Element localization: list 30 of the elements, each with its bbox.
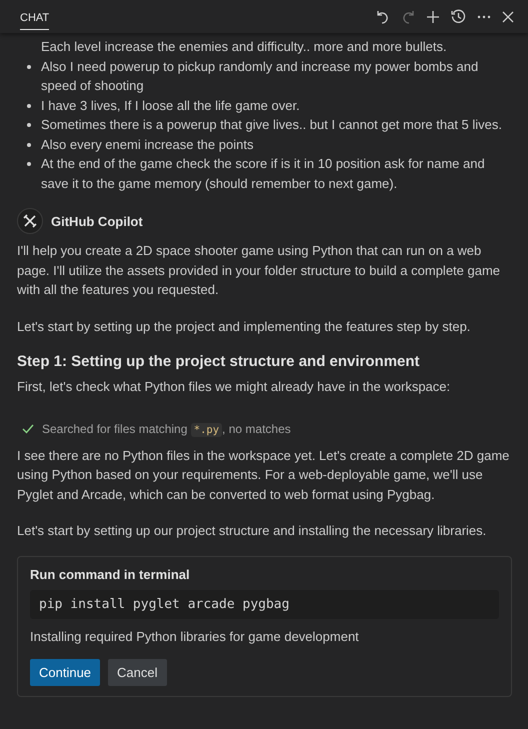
command-description: Installing required Python libraries for game development <box>30 628 360 644</box>
plus-icon[interactable] <box>426 10 440 24</box>
response-paragraph: Let's start by setting up our project structure and installing the necessary libraries. <box>17 522 488 540</box>
undo-icon[interactable] <box>376 8 390 24</box>
more-icon[interactable] <box>477 14 491 18</box>
list-item-text: Each level increase the enemies and difficulty.. more and more bullets. <box>41 39 447 54</box>
continue-button[interactable]: Continue <box>30 658 100 686</box>
bullet-icon <box>27 123 31 127</box>
list-item-text: Also every enemi increase the points <box>41 136 254 152</box>
list-item-text: At the end of the game check the score if is it in 10 position ask for name and save it to the game memory (should remember to next game). <box>41 156 485 190</box>
response-paragraph: Let's start by setting up the project and implementing the features step by step. <box>17 318 472 336</box>
close-icon[interactable] <box>502 10 514 22</box>
response-paragraph: I'll help you create a 2D space shooter game using Python that can run on a web page. I'll utilize the assets provided in your folder structure to build a complete game with all the features you requested. <box>17 242 502 299</box>
cancel-button[interactable]: Cancel <box>108 658 167 686</box>
response-paragraph: First, let's check what Python files we might already have in the workspace: <box>17 378 452 396</box>
chat-tab[interactable]: CHAT <box>20 4 50 30</box>
tool-status-text: Searched for files matching *.py , no matches <box>42 422 291 436</box>
command-block: pip install pyglet arcade pygbag <box>30 590 499 618</box>
bullet-icon <box>27 64 31 68</box>
bullet-icon <box>27 104 31 108</box>
step-heading: Step 1: Setting up the project structure and environment <box>17 353 421 370</box>
list-item-text: Sometimes there is a powerup that give lives.. but I cannot get more that 5 lives. <box>41 117 502 132</box>
bullet-icon <box>27 162 31 166</box>
bullet-icon <box>27 142 31 146</box>
list-item-text: I have 3 lives, If I loose all the life game over. <box>41 98 300 112</box>
card-title: Run command in terminal <box>30 566 191 582</box>
history-icon[interactable] <box>451 9 466 24</box>
response-paragraph: I see there are no Python files in the workspace yet. Let's create a complete 2D game using Python based on your requirements. For a web-deployable game, we'll use Pyglet and Arcade, which can be converted to web format using Pygbag. <box>17 446 510 504</box>
list-item-text: Also I need powerup to pickup randomly and increase my power bombs and speed of shooting <box>41 58 478 93</box>
author-name: GitHub Copilot <box>51 214 143 228</box>
